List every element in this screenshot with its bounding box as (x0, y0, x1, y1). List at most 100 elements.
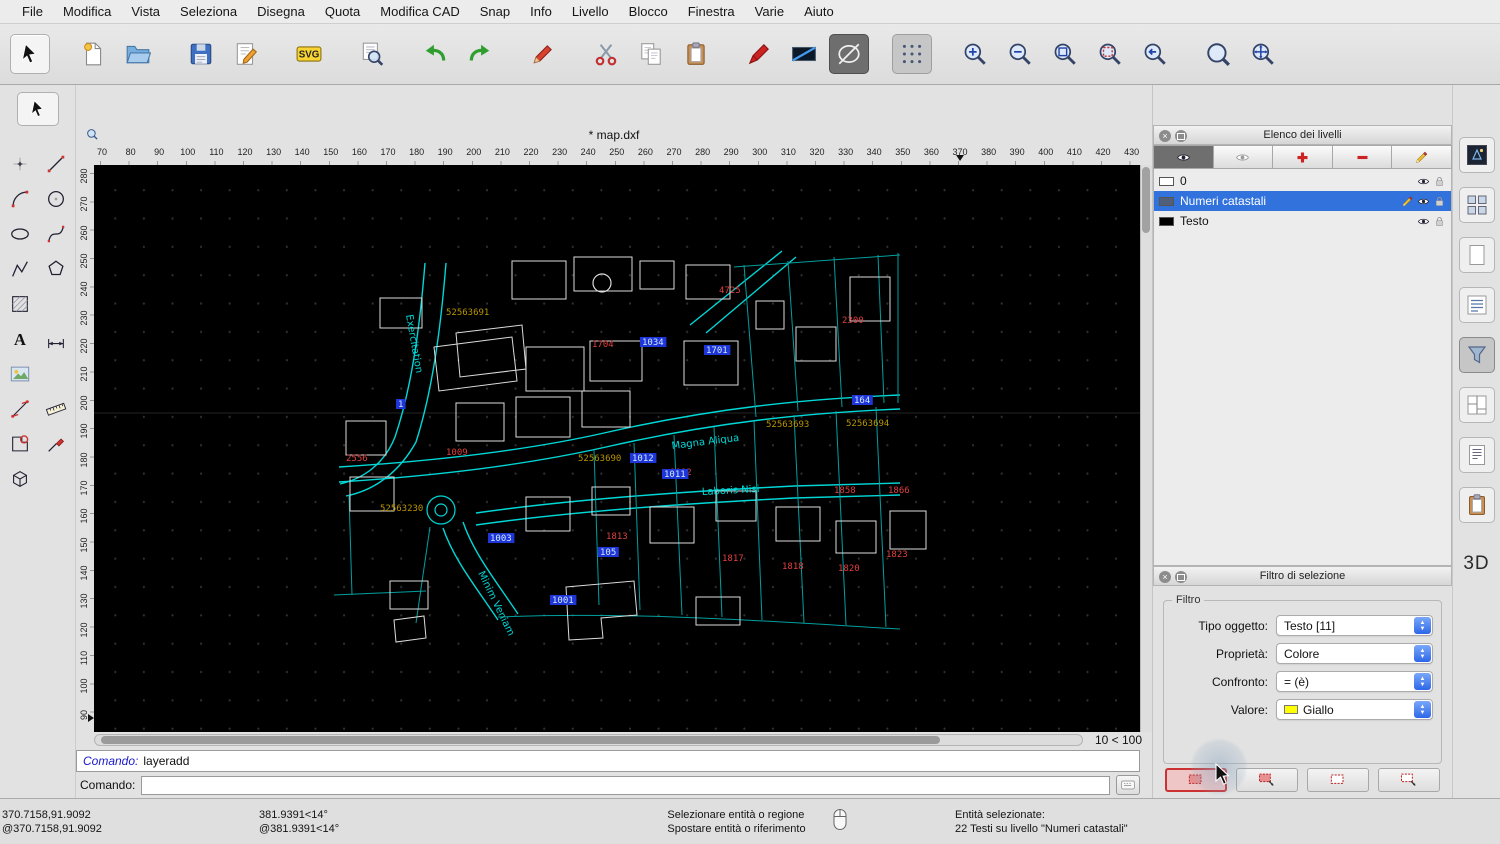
panel-3d-view-button[interactable] (1458, 137, 1495, 173)
zoom-previous-button[interactable] (1135, 34, 1175, 74)
show-all-layers-button[interactable] (1153, 145, 1214, 169)
modify-icon (47, 437, 64, 452)
image-tool[interactable] (3, 358, 37, 389)
ellipse-modify-button[interactable] (829, 34, 869, 74)
menu-disegna[interactable]: Disegna (247, 4, 315, 19)
clipboard-icon (687, 42, 705, 65)
layer-row-numeri-catastali[interactable]: Numeri catastali (1154, 191, 1451, 211)
zoom-selection-button[interactable] (1090, 34, 1130, 74)
zoom-out-button[interactable] (1000, 34, 1040, 74)
modify-tool[interactable] (39, 428, 73, 459)
value-select[interactable]: Giallo ▲ ▼ (1276, 699, 1433, 720)
paste-button[interactable] (676, 34, 716, 74)
hide-all-layers-button[interactable] (1213, 145, 1274, 169)
spline-tool[interactable] (39, 218, 73, 249)
layer-row-testo[interactable]: Testo (1154, 211, 1451, 231)
menu-varie[interactable]: Varie (745, 4, 794, 19)
ruler-left-tick: 170 (79, 480, 89, 496)
select-stepper-icon: ▲ ▼ (1414, 645, 1431, 662)
menu-finestra[interactable]: Finestra (678, 4, 745, 19)
svg-export-button[interactable]: SVG (289, 34, 329, 74)
polyline-tool[interactable] (3, 253, 37, 284)
open-file-button[interactable] (118, 34, 158, 74)
line-gradient-button[interactable] (784, 34, 824, 74)
menu-aiuto[interactable]: Aiuto (794, 4, 844, 19)
measure-tool[interactable] (3, 393, 37, 424)
select-matching-button[interactable] (1165, 768, 1228, 792)
menu-modifica-cad[interactable]: Modifica CAD (370, 4, 469, 19)
menu-modifica[interactable]: Modifica (53, 4, 121, 19)
layers-detach-button[interactable] (1175, 130, 1187, 142)
canvas-horizontal-scrollbar[interactable] (94, 734, 1083, 746)
ellipse-tool[interactable] (3, 218, 37, 249)
menu-blocco[interactable]: Blocco (619, 4, 678, 19)
zoom-auto-button[interactable] (1045, 34, 1085, 74)
selection-pointer-tool[interactable] (16, 92, 59, 126)
new-file-button[interactable] (73, 34, 113, 74)
edit-layer-button[interactable] (1392, 145, 1452, 169)
polygon-tool[interactable] (39, 253, 73, 284)
add-layer-button[interactable] (1273, 145, 1333, 169)
command-extra-button[interactable] (1116, 775, 1140, 795)
pan-zoom-button[interactable] (1243, 34, 1283, 74)
grid-toggle-button[interactable] (892, 34, 932, 74)
object-type-select[interactable]: Testo [11] ▲ ▼ (1276, 615, 1433, 636)
panel-page-button[interactable] (1458, 237, 1495, 273)
save-button[interactable] (181, 34, 221, 74)
edit-drawing-button[interactable] (226, 34, 266, 74)
zoom-window-button[interactable] (1198, 34, 1238, 74)
menu-file[interactable]: File (12, 4, 53, 19)
draw-pen-button[interactable] (523, 34, 563, 74)
undo-button[interactable] (415, 34, 455, 74)
drawing-canvas[interactable]: 4725230017042556100918581866181218131817… (94, 165, 1140, 732)
panel-blocks-button[interactable] (1458, 187, 1495, 223)
cut-button[interactable] (586, 34, 626, 74)
menu-vista[interactable]: Vista (121, 4, 170, 19)
comparison-select[interactable]: = (è) ▲ ▼ (1276, 671, 1433, 692)
layers-close-button[interactable]: × (1159, 130, 1171, 142)
filter-close-button[interactable]: × (1159, 571, 1171, 583)
dimension-tool[interactable] (39, 323, 73, 354)
vertical-scroll-thumb[interactable] (1142, 167, 1150, 233)
point-tool[interactable] (3, 148, 37, 179)
panel-filter-button[interactable] (1458, 337, 1495, 373)
arc-tool[interactable] (3, 183, 37, 214)
menu-info[interactable]: Info (520, 4, 562, 19)
panel-list-button[interactable] (1458, 287, 1495, 323)
svg-text:Exercitation: Exercitation (403, 314, 424, 374)
remove-layer-button[interactable] (1332, 145, 1393, 169)
canvas-vertical-scrollbar[interactable] (1140, 165, 1152, 732)
circle-tool[interactable] (39, 183, 73, 214)
menu-livello[interactable]: Livello (562, 4, 619, 19)
filter-row-label: Tipo oggetto: (1198, 618, 1268, 633)
layer-row-0[interactable]: 0 (1154, 171, 1451, 191)
horizontal-scroll-thumb[interactable] (101, 736, 940, 744)
shape-tool[interactable] (3, 428, 37, 459)
property-select[interactable]: Colore ▲ ▼ (1276, 643, 1433, 664)
ruler-top-tick: 290 (723, 147, 739, 157)
hatch-tool[interactable] (3, 288, 37, 319)
copy-button[interactable] (631, 34, 671, 74)
zoom-in-button[interactable] (955, 34, 995, 74)
remove-matching-button[interactable] (1377, 768, 1440, 792)
menu-seleziona[interactable]: Seleziona (170, 4, 247, 19)
menu-quota[interactable]: Quota (315, 4, 370, 19)
text-tool[interactable]: A (3, 323, 37, 354)
box-3d-tool[interactable] (3, 463, 37, 494)
selfilladd-icon (1259, 773, 1274, 786)
deselect-matching-button[interactable] (1306, 768, 1369, 792)
panel-clipboard-button[interactable] (1458, 487, 1495, 523)
command-input[interactable] (141, 775, 1110, 795)
redo-button[interactable] (460, 34, 500, 74)
marker-pen-button[interactable] (739, 34, 779, 74)
select-pointer-button[interactable] (10, 34, 50, 74)
line-tool[interactable] (39, 148, 73, 179)
add-matching-button[interactable] (1236, 768, 1299, 792)
panel-plan-button[interactable] (1458, 387, 1495, 423)
panel-text-button[interactable] (1458, 437, 1495, 473)
filter-detach-button[interactable] (1175, 571, 1187, 583)
menu-snap[interactable]: Snap (470, 4, 520, 19)
ruler-tool[interactable] (39, 393, 73, 424)
print-preview-button[interactable] (352, 34, 392, 74)
ruler-top-tick: 230 (552, 147, 568, 157)
